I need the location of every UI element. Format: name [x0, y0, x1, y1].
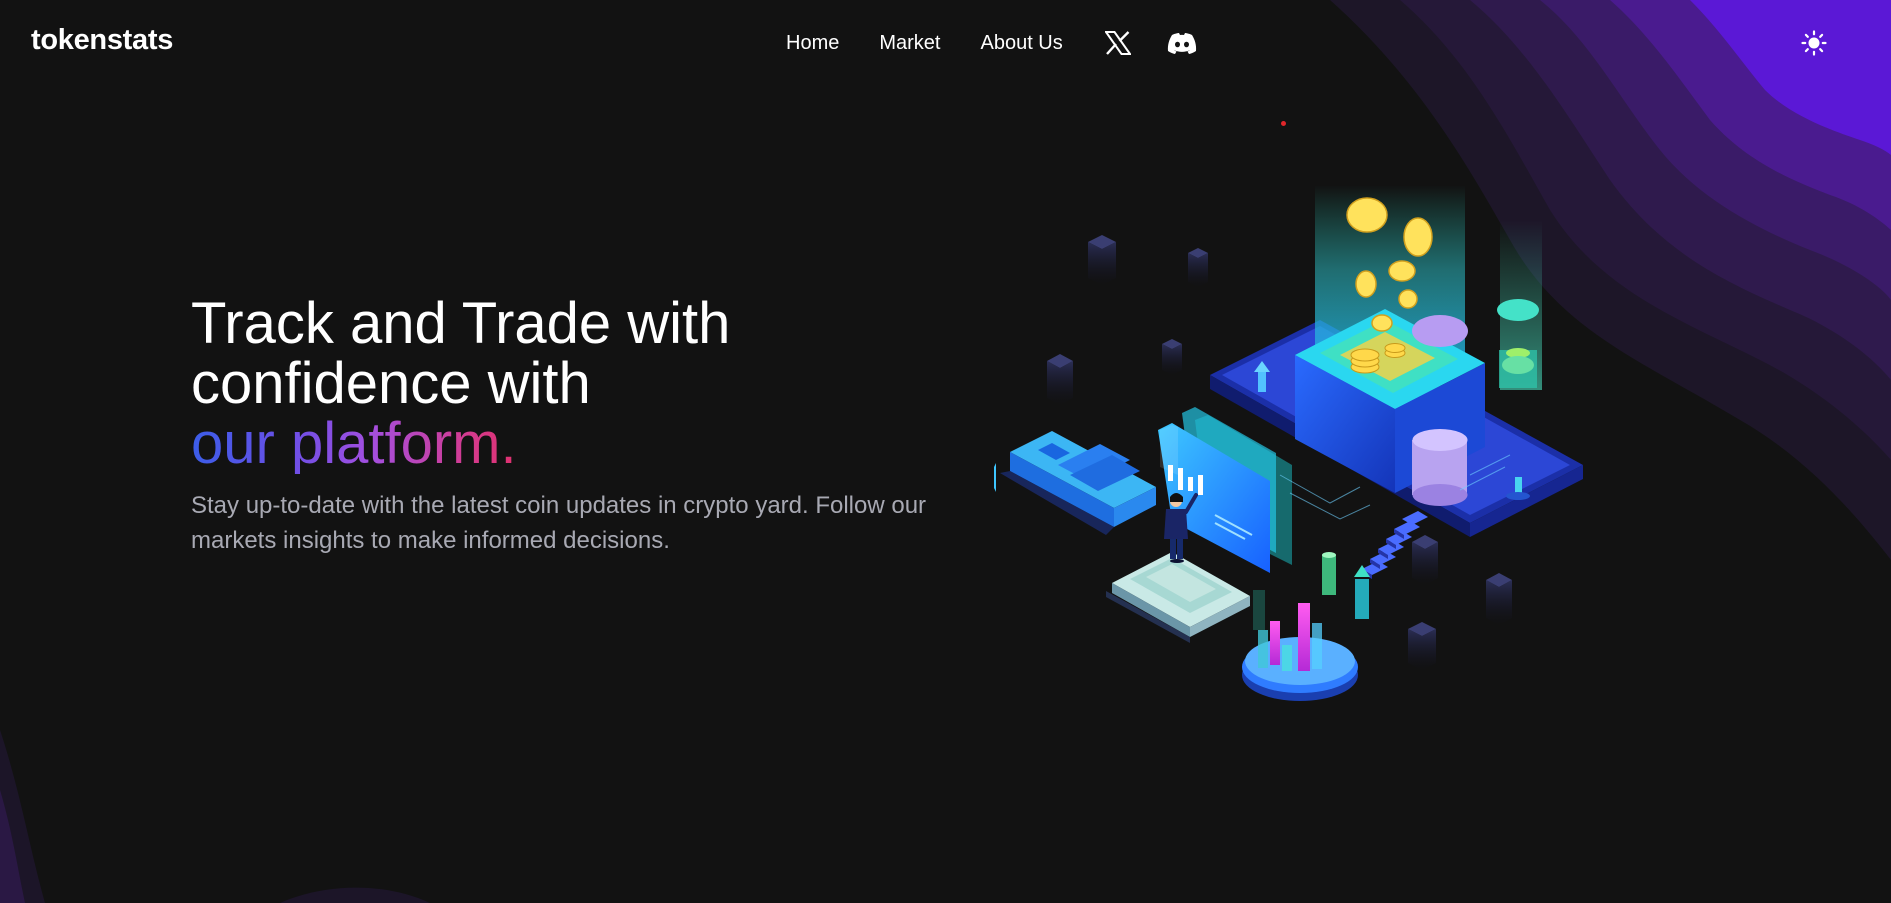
headline-line-2: confidence with: [191, 351, 591, 416]
hero-subtext: Stay up-to-date with the latest coin upd…: [191, 492, 927, 554]
discord-icon[interactable]: [1167, 26, 1197, 60]
headline-line-1: Track and Trade with: [191, 291, 731, 356]
hero-headline: Track and Trade with confidence with our…: [191, 294, 951, 474]
nav-market[interactable]: Market: [879, 26, 940, 60]
headline-highlight: our platform.: [191, 411, 517, 476]
crypto-isometric-illustration: [994, 185, 1583, 701]
top-navbar: tokenstats Home Market About Us: [0, 0, 1891, 86]
hero-section: Track and Trade with confidence with our…: [191, 294, 951, 558]
main-nav: Home Market About Us: [786, 26, 1231, 60]
theme-toggle-button[interactable]: [1799, 28, 1829, 58]
decorative-dot: [1281, 121, 1286, 126]
nav-about-us[interactable]: About Us: [980, 26, 1062, 60]
sun-icon: [1801, 30, 1827, 56]
x-twitter-icon[interactable]: [1103, 26, 1133, 60]
nav-home[interactable]: Home: [786, 26, 839, 60]
brand-logo[interactable]: tokenstats: [31, 24, 173, 57]
